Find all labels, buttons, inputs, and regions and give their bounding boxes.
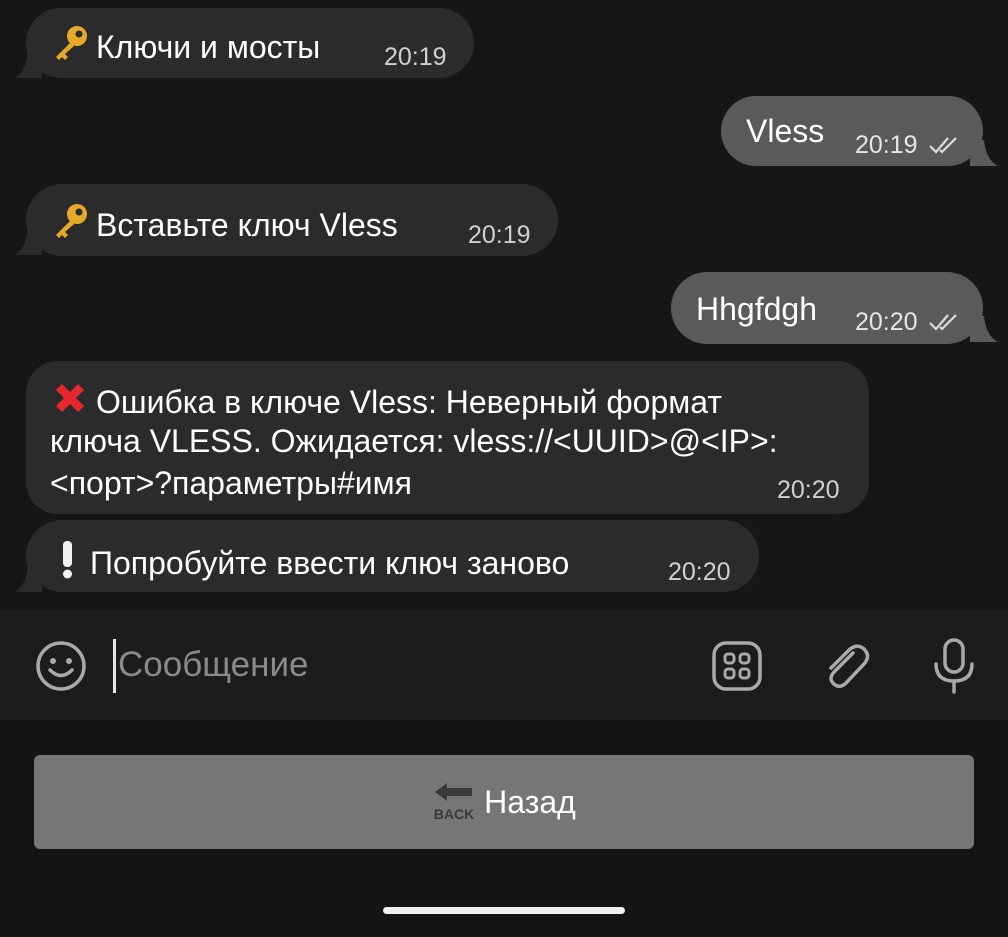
message-text: Ошибка в ключе Vless: Неверный формат [96, 384, 723, 420]
key-emoji-icon [56, 204, 87, 238]
incoming-message[interactable]: Попробуйте ввести ключ заново 20:20 [26, 520, 759, 592]
message-text: Vless [746, 113, 825, 149]
exclamation-emoji-icon [63, 541, 72, 579]
back-arrow-icon: BACK [434, 783, 474, 822]
message-text-row: Ключи и мосты [50, 23, 320, 67]
read-checks-icon [929, 314, 957, 331]
outgoing-message[interactable]: Hhgfdgh 20:20 [671, 272, 983, 344]
message-text-row: Попробуйте ввести ключ заново [50, 539, 569, 583]
message-text: Вставьте ключ Vless [96, 207, 398, 243]
bubble-tail [14, 52, 42, 78]
message-line-3: <порт>?параметры#имя [50, 465, 412, 501]
emoji-icon[interactable] [31, 636, 91, 696]
bubble-tail [14, 566, 42, 592]
back-button-label: Назад [484, 783, 576, 820]
outgoing-message[interactable]: Vless 20:19 [721, 96, 983, 166]
back-button[interactable]: BACK Назад [34, 755, 974, 849]
message-input[interactable]: Сообщение [118, 645, 308, 685]
message-list[interactable]: Ключи и мосты 20:19 Vless 20:19 Вставьте… [0, 0, 1008, 600]
message-line-1: Ошибка в ключе Vless: Неверный формат [50, 378, 722, 422]
bubble-tail [14, 229, 42, 255]
message-time: 20:19 [468, 221, 531, 249]
message-text: Ключи и мосты [96, 29, 321, 65]
incoming-message[interactable]: Вставьте ключ Vless 20:19 [26, 184, 558, 256]
attach-icon[interactable] [815, 636, 875, 696]
message-time: 20:20 [777, 476, 840, 504]
message-time: 20:20 [855, 308, 918, 336]
message-text: Попробуйте ввести ключ заново [90, 545, 570, 581]
read-checks-icon [929, 137, 957, 154]
home-indicator[interactable] [383, 907, 625, 914]
cross-mark-emoji-icon [56, 384, 84, 412]
microphone-icon[interactable] [924, 636, 984, 696]
message-text: Hhgfdgh [696, 291, 817, 327]
message-line-2: ключа VLESS. Ожидается: vless://<UUID>@<… [50, 423, 778, 459]
message-time: 20:19 [384, 43, 447, 71]
message-time: 20:20 [668, 558, 731, 586]
incoming-message[interactable]: Ошибка в ключе Vless: Неверный формат кл… [26, 361, 869, 514]
chat-screen: Ключи и мосты 20:19 Vless 20:19 Вставьте… [0, 0, 1008, 937]
key-emoji-icon [56, 26, 87, 60]
message-time: 20:19 [855, 131, 918, 159]
text-cursor [113, 639, 116, 693]
bot-menu-icon[interactable] [707, 636, 767, 696]
bubble-tail [970, 316, 998, 342]
message-text-row: Вставьте ключ Vless [50, 201, 398, 245]
incoming-message[interactable]: Ключи и мосты 20:19 [26, 8, 474, 78]
bubble-tail [970, 140, 998, 166]
back-badge-text: BACK [434, 806, 474, 822]
